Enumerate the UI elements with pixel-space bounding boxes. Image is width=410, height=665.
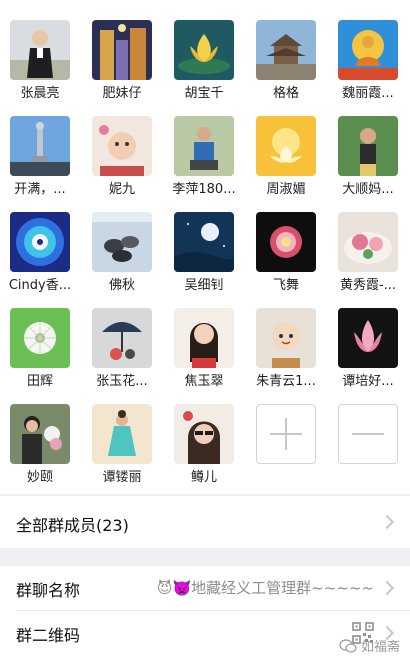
add-member-button[interactable]	[246, 384, 326, 474]
rose-avatar	[256, 212, 316, 272]
child-avatar	[338, 116, 398, 176]
member-item[interactable]: Cindy香...	[0, 192, 80, 293]
all-members-label: 全部群成员(23)	[16, 516, 129, 535]
member-item[interactable]: 焦玉翠	[164, 288, 244, 389]
pink-lotus-avatar	[338, 308, 398, 368]
member-name: 谭镂丽	[102, 470, 142, 485]
woman-avatar	[174, 308, 234, 368]
golden-lotus-avatar	[256, 116, 316, 176]
member-item[interactable]: 魏丽霞...	[328, 0, 408, 101]
chevron-right-icon	[379, 580, 395, 596]
temple-avatar	[256, 20, 316, 80]
member-item[interactable]: 鳟儿	[164, 384, 244, 485]
buddha-avatar	[338, 20, 398, 80]
plus-icon	[256, 404, 316, 464]
flowers-woman-avatar	[10, 404, 70, 464]
member-item[interactable]: 田辉	[0, 288, 80, 389]
mandala-avatar	[10, 212, 70, 272]
member-item[interactable]: 谭培好...	[328, 288, 408, 389]
member-item[interactable]: 开满，...	[0, 96, 80, 197]
dandelion-avatar	[10, 308, 70, 368]
all-members-row[interactable]: 全部群成员(23)	[0, 496, 410, 548]
member-item[interactable]: 李萍180...	[164, 96, 244, 197]
members-grid: 张晨亮 肥妹仔 胡宝千 格格 魏丽霞... 开满，... 妮九 李萍180... 周淑媚 大顺妈.…	[0, 0, 410, 494]
member-item[interactable]: 胡宝千	[164, 0, 244, 101]
group-name-text: 地藏经义工管理群~~~~~	[191, 579, 374, 597]
member-item[interactable]: 飞舞	[246, 192, 326, 293]
member-name: 鳟儿	[190, 470, 217, 485]
umbrella-avatar	[92, 308, 152, 368]
moon-avatar	[174, 212, 234, 272]
group-qr-label: 群二维码	[16, 626, 81, 645]
person-avatar	[174, 116, 234, 176]
member-item[interactable]: 张玉花...	[82, 288, 162, 389]
member-item[interactable]: 周淑媚	[246, 96, 326, 197]
sunglasses-avatar	[174, 404, 234, 464]
group-name-label: 群聊名称	[16, 581, 81, 600]
stones-avatar	[92, 212, 152, 272]
member-item[interactable]: 妙颐	[0, 384, 80, 485]
member-item[interactable]: 妮九	[82, 96, 162, 197]
minus-icon	[338, 404, 398, 464]
lotus-avatar	[174, 20, 234, 80]
remove-member-button[interactable]	[328, 384, 408, 474]
baby-avatar	[92, 116, 152, 176]
member-item[interactable]: 大顺妈...	[328, 96, 408, 197]
member-item[interactable]: 朱青云1...	[246, 288, 326, 389]
street-avatar	[92, 20, 152, 80]
chevron-right-icon	[379, 514, 395, 530]
member-name: 妙颐	[26, 470, 53, 485]
group-name-row[interactable]: 群聊名称 😈👿地藏经义工管理群~~~~~	[0, 566, 410, 610]
member-item[interactable]: 格格	[246, 0, 326, 101]
monk-avatar	[256, 308, 316, 368]
wechat-icon	[339, 638, 357, 653]
dancer-avatar	[92, 404, 152, 464]
member-item[interactable]: 肥妹仔	[82, 0, 162, 101]
cake-avatar	[338, 212, 398, 272]
devil-emoji-icon: 😈👿	[156, 579, 192, 597]
member-item[interactable]: 黄秀霞-...	[328, 192, 408, 293]
watermark-text: 如福斋	[360, 640, 400, 655]
member-item[interactable]: 张晨亮	[0, 0, 80, 101]
member-item[interactable]: 吴细钊	[164, 192, 244, 293]
group-name-value: 😈👿地藏经义工管理群~~~~~	[157, 577, 374, 598]
member-item[interactable]: 谭镂丽	[82, 384, 162, 485]
member-item[interactable]: 佛秋	[82, 192, 162, 293]
statue-avatar	[10, 116, 70, 176]
boy-avatar	[10, 20, 70, 80]
watermark: 如福斋	[339, 636, 400, 655]
